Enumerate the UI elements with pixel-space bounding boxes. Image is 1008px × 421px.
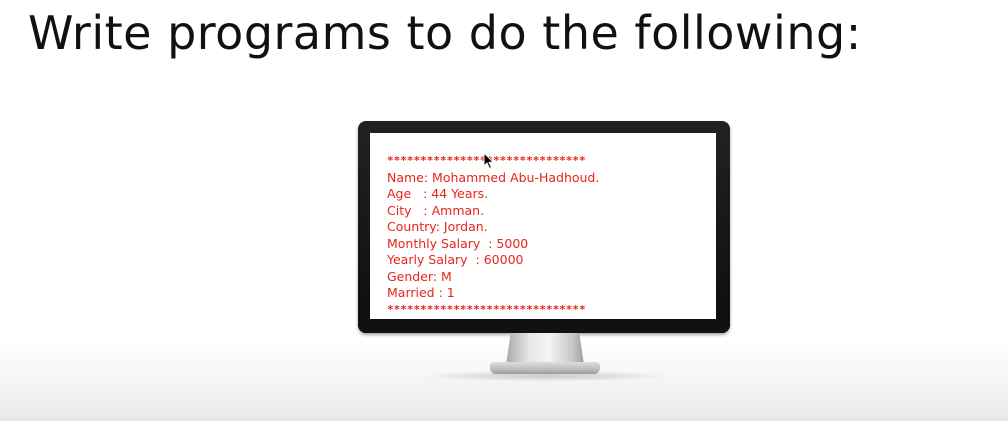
console-line-married: Married : 1 (387, 285, 455, 300)
console-line-gender: Gender: M (387, 268, 452, 284)
console-line-city: City : Amman. (387, 202, 485, 218)
monitor-stand-base (490, 362, 600, 374)
console-line-name: Name: Mohammed Abu-Hadhoud. (387, 169, 600, 185)
console-line-country: Country: Jordan. (387, 219, 488, 234)
monitor-stand-neck (506, 333, 584, 365)
console-line-age: Age : 44 Years. (387, 186, 489, 201)
console-line-monthly-salary: Monthly Salary : 5000 (387, 235, 529, 251)
monitor-icon: ****************************** Name: Moh… (358, 121, 730, 333)
console-line-bottom-border: ****************************** (387, 302, 586, 316)
console-output-screen: ****************************** Name: Moh… (370, 133, 716, 319)
monitor-bezel-bottom (358, 321, 730, 333)
console-line-yearly-salary: Yearly Salary : 60000 (387, 252, 524, 267)
console-line-top-border: ****************************** (387, 153, 716, 170)
mouse-cursor-icon (483, 152, 494, 169)
slide-title: Write programs to do the following: (28, 6, 862, 60)
